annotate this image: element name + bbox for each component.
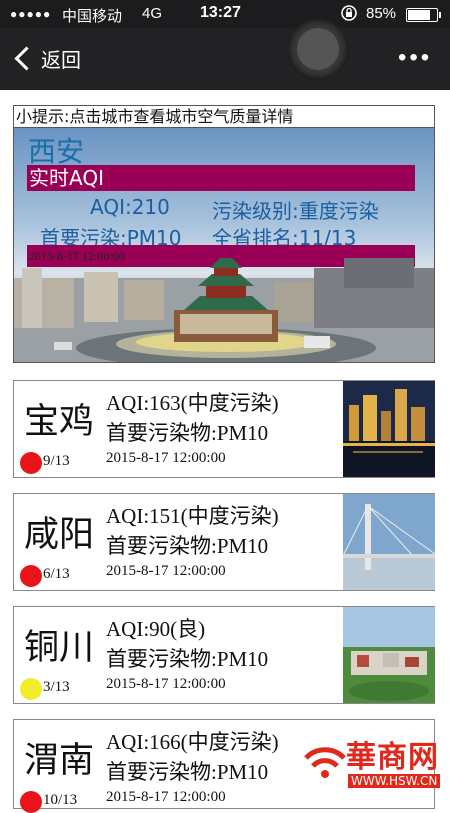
pollution-level-dot [20,452,42,474]
wifi-logo-icon [304,747,346,778]
city-rank: 10/13 [43,792,78,808]
city-card[interactable]: 宝鸡 9/13 AQI:163(中度污染) 首要污染物:PM10 2015-8-… [13,380,435,478]
featured-city-name: 西安 [28,135,85,168]
city-pollutant: 首要污染物:PM10 [106,421,269,445]
floating-assistive-button[interactable] [287,18,349,80]
status-bar: ●●●●● 中国移动 4G 13:27 85% [0,0,450,28]
city-aqi: AQI:90(良) [106,617,206,641]
back-label: 返回 [41,49,81,72]
carrier-name: 中国移动 [62,8,123,25]
pollution-level-dot [20,678,42,700]
rotation-lock-icon [340,4,358,26]
city-aqi: AQI:151(中度污染) [106,504,279,528]
back-button[interactable]: 返回 [12,42,81,74]
bell-tower-photo [14,258,434,362]
city-aqi: AQI:163(中度污染) [106,391,279,415]
city-photo [343,494,435,590]
tip-text: 小提示:点击城市查看城市空气质量详情 [13,105,435,127]
city-card[interactable]: 咸阳 6/13 AQI:151(中度污染) 首要污染物:PM10 2015-8-… [13,493,435,591]
watermark-brand: 華商网 [346,740,439,775]
city-name: 宝鸡 [24,402,95,442]
more-options-button[interactable]: ••• [398,46,432,70]
floating-button-inner [297,28,339,70]
hsw-watermark: 華商网 WWW.HSW.CN [300,730,450,800]
realtime-aqi-label: 实时AQI [27,165,415,191]
city-name: 铜川 [24,628,95,668]
network-type: 4G [142,5,163,22]
city-rank: 3/13 [43,679,70,695]
watermark-url: WWW.HSW.CN [348,774,441,788]
battery-percent: 85% [366,5,397,22]
featured-level: 污染级别:重度污染 [212,199,379,223]
city-pollutant: 首要污染物:PM10 [106,760,269,784]
city-time: 2015-8-17 12:00:00 [106,676,226,692]
city-photo [343,607,435,703]
city-rank: 9/13 [43,453,70,469]
city-time: 2015-8-17 12:00:00 [106,789,226,805]
pollution-level-dot [20,791,42,813]
city-photo [343,381,435,477]
city-time: 2015-8-17 12:00:00 [106,450,226,466]
city-card[interactable]: 铜川 3/13 AQI:90(良) 首要污染物:PM10 2015-8-17 1… [13,606,435,704]
clock: 13:27 [200,4,241,21]
nav-bar: 返回 ••• [0,18,450,90]
featured-aqi: AQI:210 [90,195,170,219]
city-name: 渭南 [24,741,95,781]
battery-level [408,10,430,20]
city-pollutant: 首要污染物:PM10 [106,647,269,671]
signal-strength-icon: ●●●●● [10,7,52,21]
pollution-level-dot [20,565,42,587]
city-rank: 6/13 [43,566,70,582]
city-name: 咸阳 [24,515,95,555]
city-pollutant: 首要污染物:PM10 [106,534,269,558]
city-time: 2015-8-17 12:00:00 [106,563,226,579]
featured-city-card[interactable]: 西安 实时AQI AQI:210 污染级别:重度污染 首要污染:PM10 全省排… [13,127,435,363]
city-aqi: AQI:166(中度污染) [106,730,279,754]
chevron-left-icon [14,45,39,71]
battery-icon [406,8,441,22]
